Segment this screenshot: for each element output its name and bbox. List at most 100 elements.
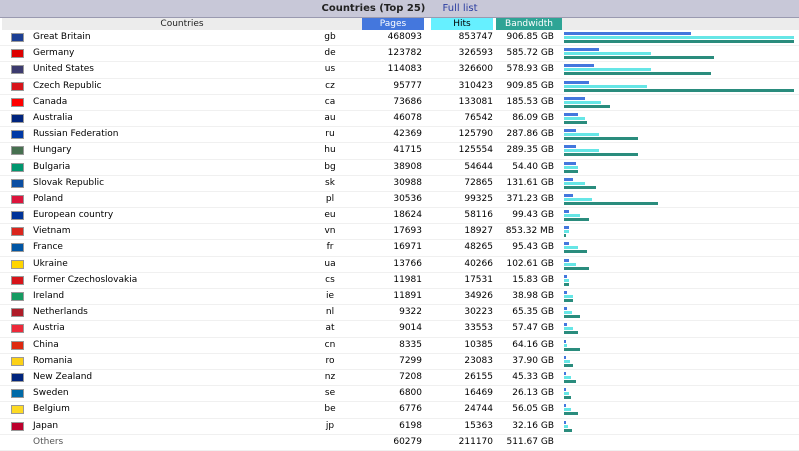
others-pages: 60279 [393,436,422,447]
table-row: Canada ca 73686 133081 185.53 GB [0,95,799,111]
pages-value: 114083 [387,64,422,75]
country-name: Slovak Republic [33,177,105,188]
hits-value: 58116 [464,210,493,221]
us-flag-icon [11,65,24,75]
bandwidth-value: 86.09 GB [512,112,554,123]
country-code: sk [325,177,335,188]
country-name: Ukraine [33,258,68,269]
pages-value: 123782 [387,48,422,59]
country-code: be [324,404,336,415]
pages-value: 6800 [399,388,422,399]
usage-bars [564,128,794,141]
usage-bars [564,144,794,157]
table-row: Slovak Republic sk 30988 72865 131.61 GB [0,176,799,192]
bandwidth-bar [564,266,589,270]
country-name: Australia [33,112,73,123]
hits-bar [564,343,567,347]
countries-table: Great Britain gb 468093 853747 906.85 GB Germ… [0,30,799,451]
country-code: gb [324,32,336,42]
pages-value: 17693 [393,226,422,237]
country-name: Belgium [33,404,70,415]
se-flag-icon [11,389,24,399]
pages-value: 6198 [399,420,422,431]
pages-bar [564,404,566,408]
pages-value: 73686 [393,96,422,107]
pages-value: 30988 [393,177,422,188]
hits-bar [564,165,578,169]
table-row: Czech Republic cz 95777 310423 909.85 GB [0,79,799,95]
hits-value: 16469 [464,388,493,399]
jp-flag-icon [11,421,24,431]
eu-flag-icon [11,211,24,221]
hits-value: 326600 [458,64,493,75]
bandwidth-bar [564,347,580,351]
pages-value: 18624 [393,210,422,221]
hits-value: 10385 [464,339,493,350]
country-name: Austria [33,323,65,334]
pages-value: 42369 [393,129,422,140]
hits-bar [564,100,601,104]
hits-value: 54644 [464,161,493,172]
usage-bars [564,306,794,319]
pages-bar [564,388,566,392]
table-row: Ireland ie 11891 34926 38.98 GB [0,289,799,306]
bandwidth-bar [564,315,580,319]
table-row: Vietnam vn 17693 18927 853.32 MB [0,224,799,241]
pages-value: 13766 [393,258,422,269]
fr-flag-icon [11,243,24,253]
country-code: au [324,112,336,123]
country-name: France [33,242,63,253]
bandwidth-value: 289.35 GB [506,145,554,156]
pages-value: 6776 [399,404,422,415]
hits-value: 40266 [464,258,493,269]
bandwidth-value: 585.72 GB [506,48,554,59]
hits-value: 17531 [464,274,493,285]
hits-bar [564,424,568,428]
bandwidth-bar [564,331,578,335]
pages-bar [564,161,576,165]
pages-bar [564,274,567,278]
table-row: Austria at 9014 33553 57.47 GB [0,321,799,338]
section-title: Countries (Top 25) [321,3,426,14]
bandwidth-bar [564,218,589,222]
country-code: cs [325,274,335,285]
pages-bar [564,226,569,230]
column-header-graph [562,18,799,30]
hits-value: 853747 [458,32,493,42]
hits-bar [564,230,569,234]
country-name: Japan [33,420,59,431]
hits-bar [564,149,599,153]
full-list-link[interactable]: Full list [443,3,478,14]
hits-bar [564,278,569,282]
usage-bars [564,80,794,93]
pages-bar [564,210,569,214]
hits-bar [564,375,571,379]
country-code: fr [326,242,334,253]
country-code: ca [324,96,336,107]
table-row-others: Others 60279 211170 511.67 GB [0,435,799,451]
usage-bars [564,339,794,352]
country-name: Germany [33,48,75,59]
table-row: Former Czechoslovakia cs 11981 17531 15.83 G… [0,273,799,289]
usage-bars [564,241,794,254]
usage-bars [564,387,794,400]
country-name: Hungary [33,145,72,156]
table-row: Netherlands nl 9322 30223 65.35 GB [0,305,799,322]
bandwidth-value: 371.23 GB [506,193,554,204]
table-row: Great Britain gb 468093 853747 906.85 GB [0,30,799,47]
usage-bars [564,355,794,368]
others-label: Others [33,436,64,447]
pages-bar [564,112,578,116]
au-flag-icon [11,113,24,123]
hits-bar [564,327,573,331]
table-row: Ukraine ua 13766 40266 102.61 GB [0,257,799,273]
pages-value: 41715 [393,145,422,156]
column-header-pages: Pages [362,18,424,30]
section-title-bar: Countries (Top 25) Full list [0,0,799,18]
country-code: de [324,48,336,59]
country-code: ru [325,129,335,140]
country-code: ro [325,355,335,366]
ua-flag-icon [11,259,24,269]
pages-bar [564,258,569,262]
cz-flag-icon [11,81,24,91]
